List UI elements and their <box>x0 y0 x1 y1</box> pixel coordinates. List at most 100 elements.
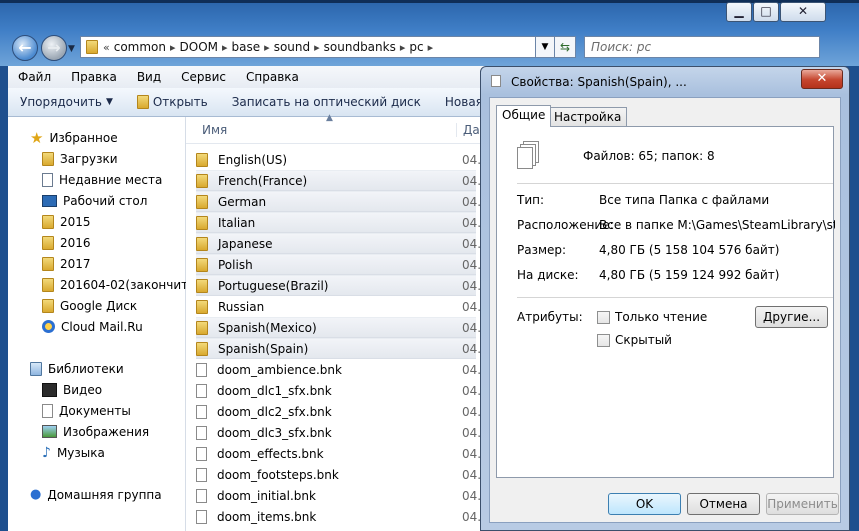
menu-tools[interactable]: Сервис <box>171 70 236 84</box>
burn-button[interactable]: Записать на оптический диск <box>220 95 433 109</box>
breadcrumb-pc[interactable]: pc <box>406 40 426 54</box>
row-name: Japanese <box>218 236 273 251</box>
row-name: doom_dlc1_sfx.bnk <box>217 383 332 398</box>
nav-folder-201604[interactable]: 201604-02(закончить) <box>42 274 200 295</box>
column-name-header[interactable]: Имя <box>202 123 227 137</box>
menu-view[interactable]: Вид <box>127 70 171 84</box>
breadcrumb-doom[interactable]: DOOM <box>177 40 221 54</box>
nav-desktop[interactable]: Рабочий стол <box>42 190 147 211</box>
chevron-right-icon[interactable]: ▸ <box>263 41 271 54</box>
ok-button[interactable]: OK <box>608 493 681 515</box>
chevron-right-icon[interactable]: ▸ <box>221 41 229 54</box>
breadcrumb-sound[interactable]: sound <box>271 40 313 54</box>
star-icon: ★ <box>30 128 44 147</box>
nav-folder-2017[interactable]: 2017 <box>42 253 91 274</box>
file-row[interactable]: doom_items.bnk 04. <box>196 506 481 527</box>
other-attributes-button[interactable]: Другие... <box>755 306 828 328</box>
row-date: 04. <box>462 509 482 524</box>
folder-icon <box>196 236 208 251</box>
nav-folder-2015[interactable]: 2015 <box>42 211 91 232</box>
chevron-right-icon[interactable]: ▸ <box>169 41 177 54</box>
folder-row[interactable]: Portuguese(Brazil) 04. <box>196 275 481 296</box>
open-button[interactable]: Открыть <box>125 95 220 109</box>
chevron-right-icon[interactable]: ▸ <box>313 41 321 54</box>
readonly-checkbox[interactable] <box>597 311 610 324</box>
forward-button[interactable]: → <box>41 35 67 61</box>
nav-cloudmail-label: Cloud Mail.Ru <box>61 319 143 334</box>
tab-settings[interactable]: Настройка <box>548 107 628 126</box>
folder-row[interactable]: Polish 04. <box>196 254 481 275</box>
address-dropdown-button[interactable]: ▼ <box>535 36 555 58</box>
file-row[interactable]: doom_dlc2_sfx.bnk 04. <box>196 401 481 422</box>
breadcrumb-common[interactable]: common <box>111 40 169 54</box>
nav-libraries-label: Библиотеки <box>48 361 124 376</box>
folder-row[interactable]: French(France) 04. <box>196 170 481 191</box>
folder-row[interactable]: Spanish(Spain) 04. <box>196 338 481 359</box>
file-row[interactable]: doom_footsteps.bnk 04. <box>196 464 481 485</box>
window-close-button[interactable]: ✕ <box>780 2 826 22</box>
folder-icon <box>86 40 98 54</box>
refresh-icon: ⇆ <box>559 40 571 54</box>
chevron-right-icon[interactable]: ▸ <box>427 41 435 54</box>
file-row[interactable]: doom_ambience.bnk 04. <box>196 359 481 380</box>
nav-folder-2016[interactable]: 2016 <box>42 232 91 253</box>
apply-button[interactable]: Применить <box>766 493 839 515</box>
breadcrumb-base[interactable]: base <box>229 40 264 54</box>
back-button[interactable]: ← <box>12 35 38 61</box>
history-dropdown-icon[interactable]: ▼ <box>68 44 75 54</box>
nav-music[interactable]: ♪ Музыка <box>42 442 105 463</box>
cloud-mail-icon <box>42 320 55 333</box>
nav-2017-label: 2017 <box>60 256 91 271</box>
folder-row[interactable]: English(US) 04. <box>196 149 481 170</box>
maximize-button[interactable]: □ <box>753 2 779 22</box>
folder-row[interactable]: Russian 04. <box>196 296 481 317</box>
file-row[interactable]: doom_effects.bnk 04. <box>196 443 481 464</box>
folder-row[interactable]: German 04. <box>196 191 481 212</box>
nav-homegroup[interactable]: ● Домашняя группа <box>30 484 162 505</box>
overflow-chevron-icon[interactable]: « <box>102 41 111 54</box>
row-name: doom_effects.bnk <box>217 446 324 461</box>
nav-downloads[interactable]: Загрузки <box>42 148 118 169</box>
nav-documents-label: Документы <box>59 403 131 418</box>
hidden-label[interactable]: Скрытый <box>615 333 851 347</box>
menu-file[interactable]: Файл <box>8 70 61 84</box>
file-row[interactable]: doom_initial.bnk 04. <box>196 485 481 506</box>
row-date: 04. <box>462 278 482 293</box>
nav-recent-places[interactable]: Недавние места <box>42 169 162 190</box>
dialog-file-icon <box>491 75 501 87</box>
row-date: 04. <box>462 320 482 335</box>
breadcrumb-soundbanks[interactable]: soundbanks <box>321 40 399 54</box>
nav-2016-label: 2016 <box>60 235 91 250</box>
file-row[interactable]: doom_dlc3_sfx.bnk 04. <box>196 422 481 443</box>
folder-row[interactable]: Japanese 04. <box>196 233 481 254</box>
menu-help[interactable]: Справка <box>236 70 309 84</box>
nav-images[interactable]: Изображения <box>42 421 149 442</box>
file-row[interactable]: doom_dlc1_sfx.bnk 04. <box>196 380 481 401</box>
minimize-button[interactable]: ▁ <box>726 2 752 22</box>
hidden-checkbox[interactable] <box>597 334 610 347</box>
row-date: 04. <box>462 257 482 272</box>
folder-row[interactable]: Italian 04. <box>196 212 481 233</box>
search-input[interactable]: Поиск: pc <box>584 36 820 58</box>
chevron-right-icon[interactable]: ▸ <box>399 41 407 54</box>
tab-general[interactable]: Общие <box>496 105 552 127</box>
nav-favorites[interactable]: ★ Избранное <box>30 127 118 148</box>
row-date: 04. <box>462 446 482 461</box>
nav-images-label: Изображения <box>63 424 150 439</box>
general-tab-panel: Файлов: 65; папок: 8 Тип: Все типа Папка… <box>496 126 835 478</box>
menu-edit[interactable]: Правка <box>61 70 127 84</box>
nav-documents[interactable]: Документы <box>42 400 131 421</box>
organize-button[interactable]: Упорядочить ▼ <box>8 95 125 109</box>
dialog-close-button[interactable]: ✕ <box>801 69 843 89</box>
row-date: 04. <box>462 215 482 230</box>
nav-cloud-mail[interactable]: Cloud Mail.Ru <box>42 316 143 337</box>
row-date: 04. <box>462 152 482 167</box>
cancel-button[interactable]: Отмена <box>687 493 760 515</box>
folder-row[interactable]: Spanish(Mexico) 04. <box>196 317 481 338</box>
nav-google-drive[interactable]: Google Диск <box>42 295 137 316</box>
nav-video[interactable]: Видео <box>42 379 102 400</box>
refresh-button[interactable]: ⇆ <box>554 36 576 58</box>
nav-libraries[interactable]: Библиотеки <box>30 358 124 379</box>
address-bar[interactable]: « common ▸ DOOM ▸ base ▸ sound ▸ soundbanks ▸… <box>80 36 548 58</box>
row-date: 04. <box>462 173 482 188</box>
